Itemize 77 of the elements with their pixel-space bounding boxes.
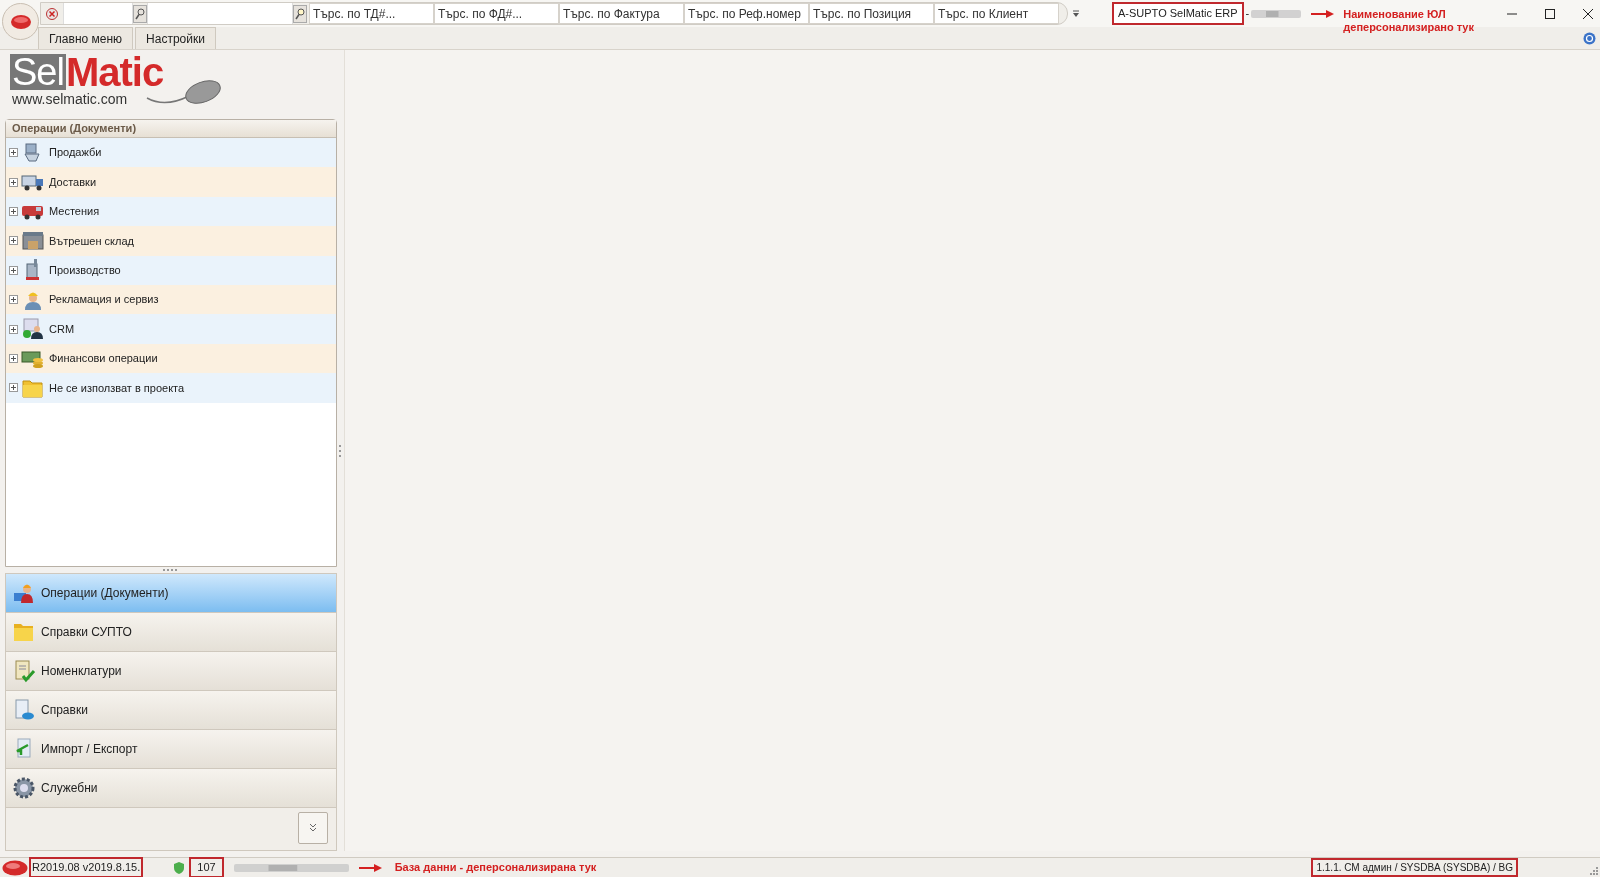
search-icon [135,7,145,20]
tree-item-label: Доставки [49,174,97,190]
search-button[interactable] [293,4,307,23]
user-label: 1.1.1. СМ админ / SYSDBA (SYSDBA) / BG [1311,858,1518,877]
resize-grip [1590,867,1598,875]
count-label: 107 [189,857,224,877]
search-field[interactable]: Търс. по Клиент [934,3,1059,24]
expand-icon[interactable] [9,177,18,187]
search-field[interactable]: Търс. по Позиция [809,3,934,24]
tree-item-label: Не се използват в проекта [49,380,185,396]
version-label: R2019.08 v2019.8.15. [29,857,144,877]
search-icon [295,7,305,20]
tree-item[interactable]: CRM [6,314,336,344]
tab[interactable]: Настройки [135,27,216,49]
logo-icon [10,14,31,29]
close-icon [46,7,58,20]
nav-button[interactable]: Справки [5,690,337,730]
help-icon[interactable] [1583,32,1596,45]
expand-icon[interactable] [9,324,18,334]
tree-item[interactable]: Местения [6,196,336,227]
input-field[interactable] [147,3,293,24]
logo-text: Sel [10,54,66,90]
expand-icon[interactable] [9,353,18,363]
nav-button[interactable]: Импорт / Експорт [5,729,337,769]
clipboard-check-icon [12,659,36,683]
tab[interactable]: Главно меню [38,27,134,49]
expand-icon[interactable] [9,236,18,246]
close-icon[interactable] [1582,7,1595,20]
tree-item-label: Местения [49,204,100,220]
nav-button[interactable]: Номенклатури [5,651,337,691]
splitter-grip [339,444,342,457]
logo-text: Matic [65,54,164,90]
splitter-grip [163,569,179,572]
website-link[interactable]: www.selmatic.com [12,90,337,108]
report-icon [12,698,36,722]
tree-item[interactable]: Производство [6,255,336,285]
arrow-icon [1311,8,1336,19]
tree-item-label: CRM [49,321,75,337]
expand-icon[interactable] [9,383,18,393]
tree-item[interactable]: Рекламация и сервиз [6,284,336,315]
input-field[interactable] [63,3,133,24]
caret-icon [1072,9,1080,18]
blurred-text [1251,8,1302,19]
shield-icon [173,860,186,875]
nav-button[interactable]: Справки СУПТО [5,612,337,652]
tree-item[interactable]: Доставки [6,167,336,197]
search-field[interactable]: Търс. по ТД#... [309,3,434,24]
search-field[interactable]: Търс. по Фактура [559,3,684,24]
nav-button[interactable]: Служебни [5,768,337,808]
panel-header: Операции (Документи) [6,120,336,138]
gear-icon [12,776,36,800]
contact-icon [21,317,45,342]
tree-item-label: Рекламация и сервиз [49,292,159,308]
expand-icon[interactable] [9,265,18,275]
maximize-icon[interactable] [1544,7,1557,20]
search-field[interactable]: Търс. по Реф.номер [684,3,809,24]
window-title: A-SUPTO SelMatic ERP [1112,2,1244,25]
expand-icon[interactable] [9,295,18,305]
expand-icon[interactable] [9,148,18,158]
tree-item-label: Продажби [49,145,102,161]
search-field[interactable]: Търс. по ФД#... [434,3,559,24]
nav-button[interactable]: Операции (Документи) [5,573,337,613]
tree-item-label: Финансови операции [49,351,158,367]
expand-icon[interactable] [9,206,18,216]
search-button[interactable] [133,4,147,23]
arrow-icon [358,862,383,873]
tree-item-label: Вътрешен склад [49,233,134,249]
title-separator: - [1244,6,1251,22]
tree-item[interactable]: Вътрешен склад [6,226,336,256]
annotation-text: Наименование ЮЛ деперсонализирано тук [1343,7,1475,34]
tree-item[interactable]: Финансови операции [6,343,336,374]
logo-icon [2,859,28,876]
chevron-down-icon [309,823,317,833]
annotation-text: База данни - деперсонализирана тук [394,860,597,876]
tree-item[interactable]: Не се използват в проекта [6,373,336,403]
tree-item-label: Производство [49,263,121,278]
tree-item[interactable]: Продажби [6,138,336,168]
